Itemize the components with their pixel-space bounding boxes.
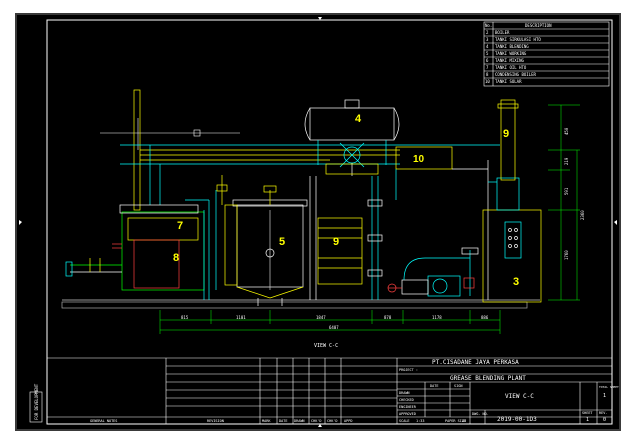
dim-v-2360: 2360 xyxy=(580,210,585,220)
tag-7: 8 xyxy=(173,252,179,264)
cad-drawing-sheet: FOR DEVELOPMENT No. DESCRIPTION 2 BOILER… xyxy=(15,13,621,431)
dim-v-1760: 1760 xyxy=(564,250,569,260)
legend-row-desc: TANKI BLENDING xyxy=(495,44,529,49)
project-tag: PROJECT : xyxy=(399,368,418,372)
dim-v-219: 219 xyxy=(564,157,569,165)
sheet-number: 1 xyxy=(586,417,589,423)
footer-col-chk2: CHK'D xyxy=(327,419,338,423)
dim-h-886: 886 xyxy=(481,315,489,320)
sign-row-drawn: DRAWN xyxy=(399,391,410,395)
view-label: VIEW C-C xyxy=(314,343,338,349)
tag-10: 10 xyxy=(413,154,425,165)
dim-h-1101: 1101 xyxy=(236,315,246,320)
footer-col-drawn: DRAWN xyxy=(294,419,305,423)
legend-header-desc: DESCRIPTION xyxy=(525,23,552,28)
legend-row-desc: CONDENSING BOILER xyxy=(495,72,537,77)
tag-4: 4 xyxy=(355,113,362,125)
footer-col-mark: MARK xyxy=(262,419,271,423)
dim-overall: 6407 xyxy=(329,325,339,330)
sign-row-approved: APPROVED xyxy=(399,412,416,416)
legend-row-desc: TANKI SOLAR xyxy=(495,79,522,84)
footer-revision: REVISION xyxy=(207,419,224,423)
sheet-label: SHEET xyxy=(582,411,593,415)
legend-row-desc: TANKI OIL HTO xyxy=(495,65,527,70)
footer-general-notes: GENERAL NOTES xyxy=(90,419,117,423)
total-sheet: 1 xyxy=(603,393,606,399)
tag-8: 9 xyxy=(333,236,339,248)
footer-col-appd: APPD xyxy=(344,419,352,423)
footer-col-date: DATE xyxy=(279,419,287,423)
side-stamp: FOR DEVELOPMENT xyxy=(34,383,39,420)
rev-label: REV. xyxy=(599,411,607,415)
sheet-view: VIEW C-C xyxy=(505,393,534,400)
dim-v-450: 450 xyxy=(564,127,569,135)
total-sheet-label: TOTAL SHEET xyxy=(599,385,619,389)
footer-col-chk1: CHK'D xyxy=(311,419,322,423)
dim-h-878: 878 xyxy=(384,315,392,320)
sign-row-checked: CHECKED xyxy=(399,398,414,402)
dwg-no-label: DWG. NO. xyxy=(472,412,489,416)
company-name: PT.CISADANE JAYA PERKASA xyxy=(432,359,519,366)
dim-v-591: 591 xyxy=(564,187,569,195)
project-title: GREASE BLENDING PLANT xyxy=(450,375,526,382)
legend-header-no: No. xyxy=(485,23,492,28)
tag-5: 5 xyxy=(279,236,285,248)
tag-9: 9 xyxy=(503,128,509,140)
legend-row-desc: TANKI WORKING xyxy=(495,51,527,56)
dim-h-1847: 1847 xyxy=(316,315,326,320)
dim-h-815: 815 xyxy=(181,315,189,320)
sign-head-date: DATE xyxy=(430,384,438,388)
legend-row-desc: BOILER xyxy=(495,30,510,35)
sign-row-engineer: ENGINEER xyxy=(399,405,417,409)
sign-head-sign: SIGN xyxy=(454,384,462,388)
tag-6: 7 xyxy=(177,220,183,232)
scale-value: 1:33 xyxy=(416,419,424,423)
paper-size: A3 xyxy=(462,419,466,423)
dim-h-1178: 1178 xyxy=(432,315,442,320)
tag-3: 3 xyxy=(513,276,519,288)
scale-label: SCALE xyxy=(399,419,410,423)
rev-number: 0 xyxy=(603,417,606,423)
legend-row-desc: TANKI MIXING xyxy=(495,58,524,63)
legend-row-no: 10 xyxy=(485,79,490,84)
drawing-number: 2019-00-1D3 xyxy=(497,416,537,423)
legend-row-desc: TANKI SIRKULASI HTO xyxy=(495,37,541,42)
